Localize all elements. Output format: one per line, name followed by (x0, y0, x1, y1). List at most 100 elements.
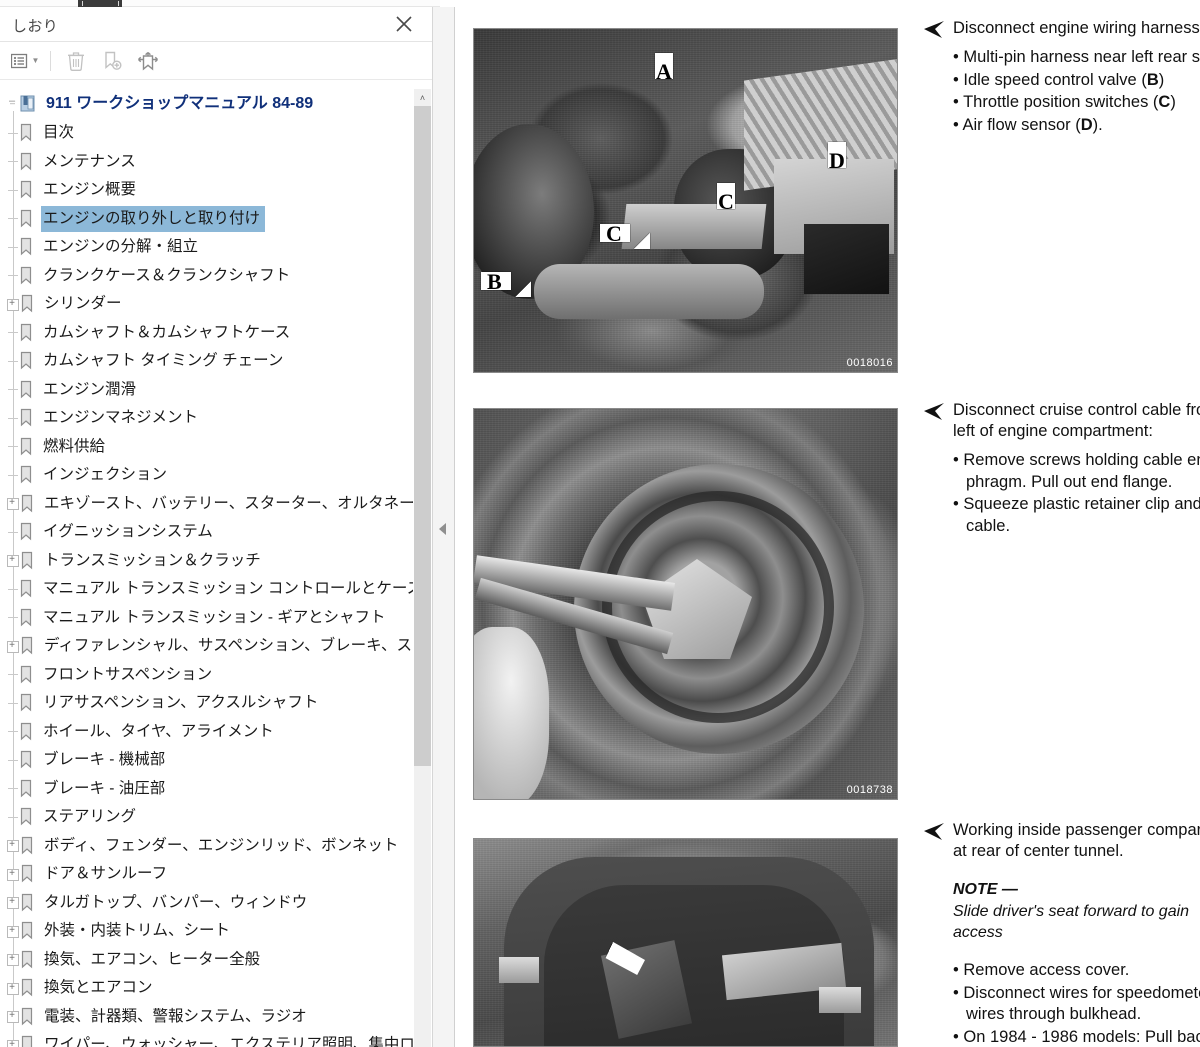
bookmark-icon (19, 893, 36, 913)
text-lead: Disconnect engine wiring harness co (953, 19, 1200, 37)
bookmark-item[interactable]: クランクケース＆クランクシャフト (0, 262, 413, 291)
bookmark-icon (18, 323, 35, 343)
text-lead: Working inside passenger compartm at rea… (953, 821, 1200, 860)
expand-bookmarks-icon[interactable] (131, 46, 165, 76)
expand-node-icon[interactable] (6, 895, 19, 910)
expand-node-icon[interactable] (6, 1009, 19, 1024)
add-bookmark-icon[interactable] (95, 46, 129, 76)
bookmark-item[interactable]: ホイール、タイヤ、アライメント (0, 718, 413, 747)
bookmark-item[interactable]: メンテナンス (0, 148, 413, 177)
bookmark-item[interactable]: カムシャフト タイミング チェーン (0, 347, 413, 376)
bookmark-item[interactable]: ワイパー、ウォッシャー、エクステリア照明、集中ロック (0, 1031, 413, 1047)
bookmark-icon (18, 380, 35, 400)
expand-node-icon[interactable] (6, 553, 19, 568)
bookmark-icon (19, 864, 36, 884)
bookmarks-panel-title: しおり (12, 18, 59, 35)
bookmark-icon (18, 437, 35, 457)
bookmark-item-label: ディファレンシャル、サスペンション、ブレーキ、ステアリング (44, 637, 413, 655)
bookmark-item-label: トランスミッション＆クラッチ (44, 551, 261, 569)
expand-node-icon[interactable] (6, 981, 19, 995)
bookmark-item[interactable]: タルガトップ、バンパー、ウィンドウ (0, 889, 413, 918)
bookmark-item[interactable]: ボディ、フェンダー、エンジンリッド、ボンネット (0, 832, 413, 861)
collapse-panel-icon[interactable] (439, 523, 446, 535)
bookmark-icon (19, 1007, 36, 1027)
bookmark-item[interactable]: インジェクション (0, 461, 413, 490)
bookmark-item[interactable]: トランスミッション＆クラッチ (0, 547, 413, 576)
bookmark-item[interactable]: ブレーキ - 油圧部 (0, 775, 413, 804)
bookmark-icon (18, 408, 35, 428)
bookmark-item-label: シリンダー (44, 295, 122, 313)
list-item: Multi-pin harness near left rear sho (953, 47, 1200, 69)
bookmark-item[interactable]: ディファレンシャル、サスペンション、ブレーキ、ステアリング (0, 632, 413, 661)
expand-node-icon[interactable] (6, 838, 19, 853)
expand-node-icon[interactable] (6, 1038, 19, 1047)
list-options-icon[interactable]: ▼ (8, 46, 42, 76)
bookmark-item[interactable]: エンジン潤滑 (0, 376, 413, 405)
bookmark-item[interactable]: エキゾースト、バッテリー、スターター、オルタネーター (0, 490, 413, 519)
expand-node-icon[interactable] (6, 639, 19, 653)
arrow-pointer-icon (589, 929, 645, 975)
bookmark-item-label: ホイール、タイヤ、アライメント (43, 722, 274, 740)
bookmark-item[interactable]: 換気、エアコン、ヒーター全般 (0, 946, 413, 975)
bookmark-root-label: 911 ワークショップマニュアル 84-89 (46, 95, 314, 112)
bookmark-item-label: ステアリング (43, 808, 137, 826)
expand-node-icon[interactable] (6, 952, 19, 967)
bookmarks-panel: しおり ▼ – – 911 ワークショップマニュアル 84-89 目次 メンテナ… (0, 7, 433, 1047)
bookmark-root-item[interactable]: – 911 ワークショップマニュアル 84-89 (0, 89, 413, 119)
pdf-viewer-window: しおり ▼ – – 911 ワークショップマニュアル 84-89 目次 メンテナ… (0, 0, 1200, 1047)
bookmark-item[interactable]: フロントサスペンション (0, 661, 413, 690)
bookmark-item[interactable]: イグニッションシステム (0, 518, 413, 547)
bullet-arrow-icon (923, 403, 945, 421)
bookmark-item[interactable]: エンジンマネジメント (0, 404, 413, 433)
scroll-thumb[interactable] (414, 106, 431, 766)
bookmark-tree[interactable]: – 911 ワークショップマニュアル 84-89 目次メンテナンスエンジン概要エ… (0, 81, 413, 1047)
bookmark-item[interactable]: エンジンの取り外しと取り付け (0, 205, 413, 234)
bookmark-item[interactable]: エンジンの分解・組立 (0, 233, 413, 262)
document-page[interactable]: A B C C D 0018016 0018738 Disconnect eng… (455, 0, 1200, 1047)
callout-C2: C (709, 183, 743, 229)
bookmark-item[interactable]: 燃料供給 (0, 433, 413, 462)
bookmarks-toolbar: ▼ (0, 42, 432, 80)
expand-node-icon[interactable] (6, 924, 19, 938)
bookmark-item-label: エンジンマネジメント (43, 409, 199, 427)
list-item: Remove screws holding cable end phragm. … (953, 450, 1200, 493)
collapse-root-icon[interactable]: – (6, 95, 19, 111)
chevron-down-icon: ▼ (31, 56, 40, 65)
scroll-up-arrow[interactable]: ˄ (414, 89, 431, 106)
list-item: Idle speed control valve (B) (953, 70, 1200, 92)
expand-node-icon[interactable] (6, 867, 19, 881)
bookmark-item[interactable]: カムシャフト＆カムシャフトケース (0, 319, 413, 348)
bookmark-item[interactable]: 電装、計器類、警報システム、ラジオ (0, 1003, 413, 1032)
expand-node-icon[interactable] (6, 297, 19, 311)
bookmark-icon (18, 180, 35, 200)
close-icon[interactable] (392, 12, 416, 36)
bookmark-item[interactable]: リアサスペンション、アクスルシャフト (0, 689, 413, 718)
bookmark-item[interactable]: エンジン概要 (0, 176, 413, 205)
bookmark-item[interactable]: マニュアル トランスミッション コントロールとケース (0, 575, 413, 604)
expand-node-icon[interactable] (6, 496, 19, 511)
bookmark-item[interactable]: ステアリング (0, 803, 413, 832)
bookmark-item[interactable]: ブレーキ - 機械部 (0, 746, 413, 775)
list-item: On 1984 - 1986 models: Pull back r age. … (953, 1027, 1200, 1047)
text-block-cruise-cable: Disconnect cruise control cable from lef… (923, 400, 1200, 538)
bookmark-item-label: ドア＆サンルーフ (44, 865, 168, 883)
bookmark-item[interactable]: ドア＆サンルーフ (0, 860, 413, 889)
bookmark-icon (19, 950, 36, 970)
text-block-wiring-harness: Disconnect engine wiring harness co Mult… (923, 18, 1200, 137)
bookmark-item[interactable]: 目次 (0, 119, 413, 148)
bookmark-item-label: 外装・内装トリム、シート (44, 922, 231, 940)
bookmarks-panel-header: しおり (0, 7, 432, 42)
bookmark-icon (18, 722, 35, 742)
note-heading: NOTE — (953, 881, 1018, 898)
bookmark-item[interactable]: マニュアル トランスミッション - ギアとシャフト (0, 604, 413, 633)
bookmark-icon (19, 978, 36, 998)
bookmark-item[interactable]: 外装・内装トリム、シート (0, 917, 413, 946)
active-document-tab[interactable] (78, 0, 122, 7)
bookmark-item-label: リアサスペンション、アクスルシャフト (43, 694, 319, 712)
bookmark-item[interactable]: 換気とエアコン (0, 974, 413, 1003)
panel-splitter[interactable] (433, 7, 455, 1047)
trash-icon[interactable] (59, 46, 93, 76)
bookmark-item[interactable]: シリンダー (0, 290, 413, 319)
bookmark-icon (18, 465, 35, 485)
bookmarks-scrollbar[interactable]: ˄ (414, 89, 431, 1047)
